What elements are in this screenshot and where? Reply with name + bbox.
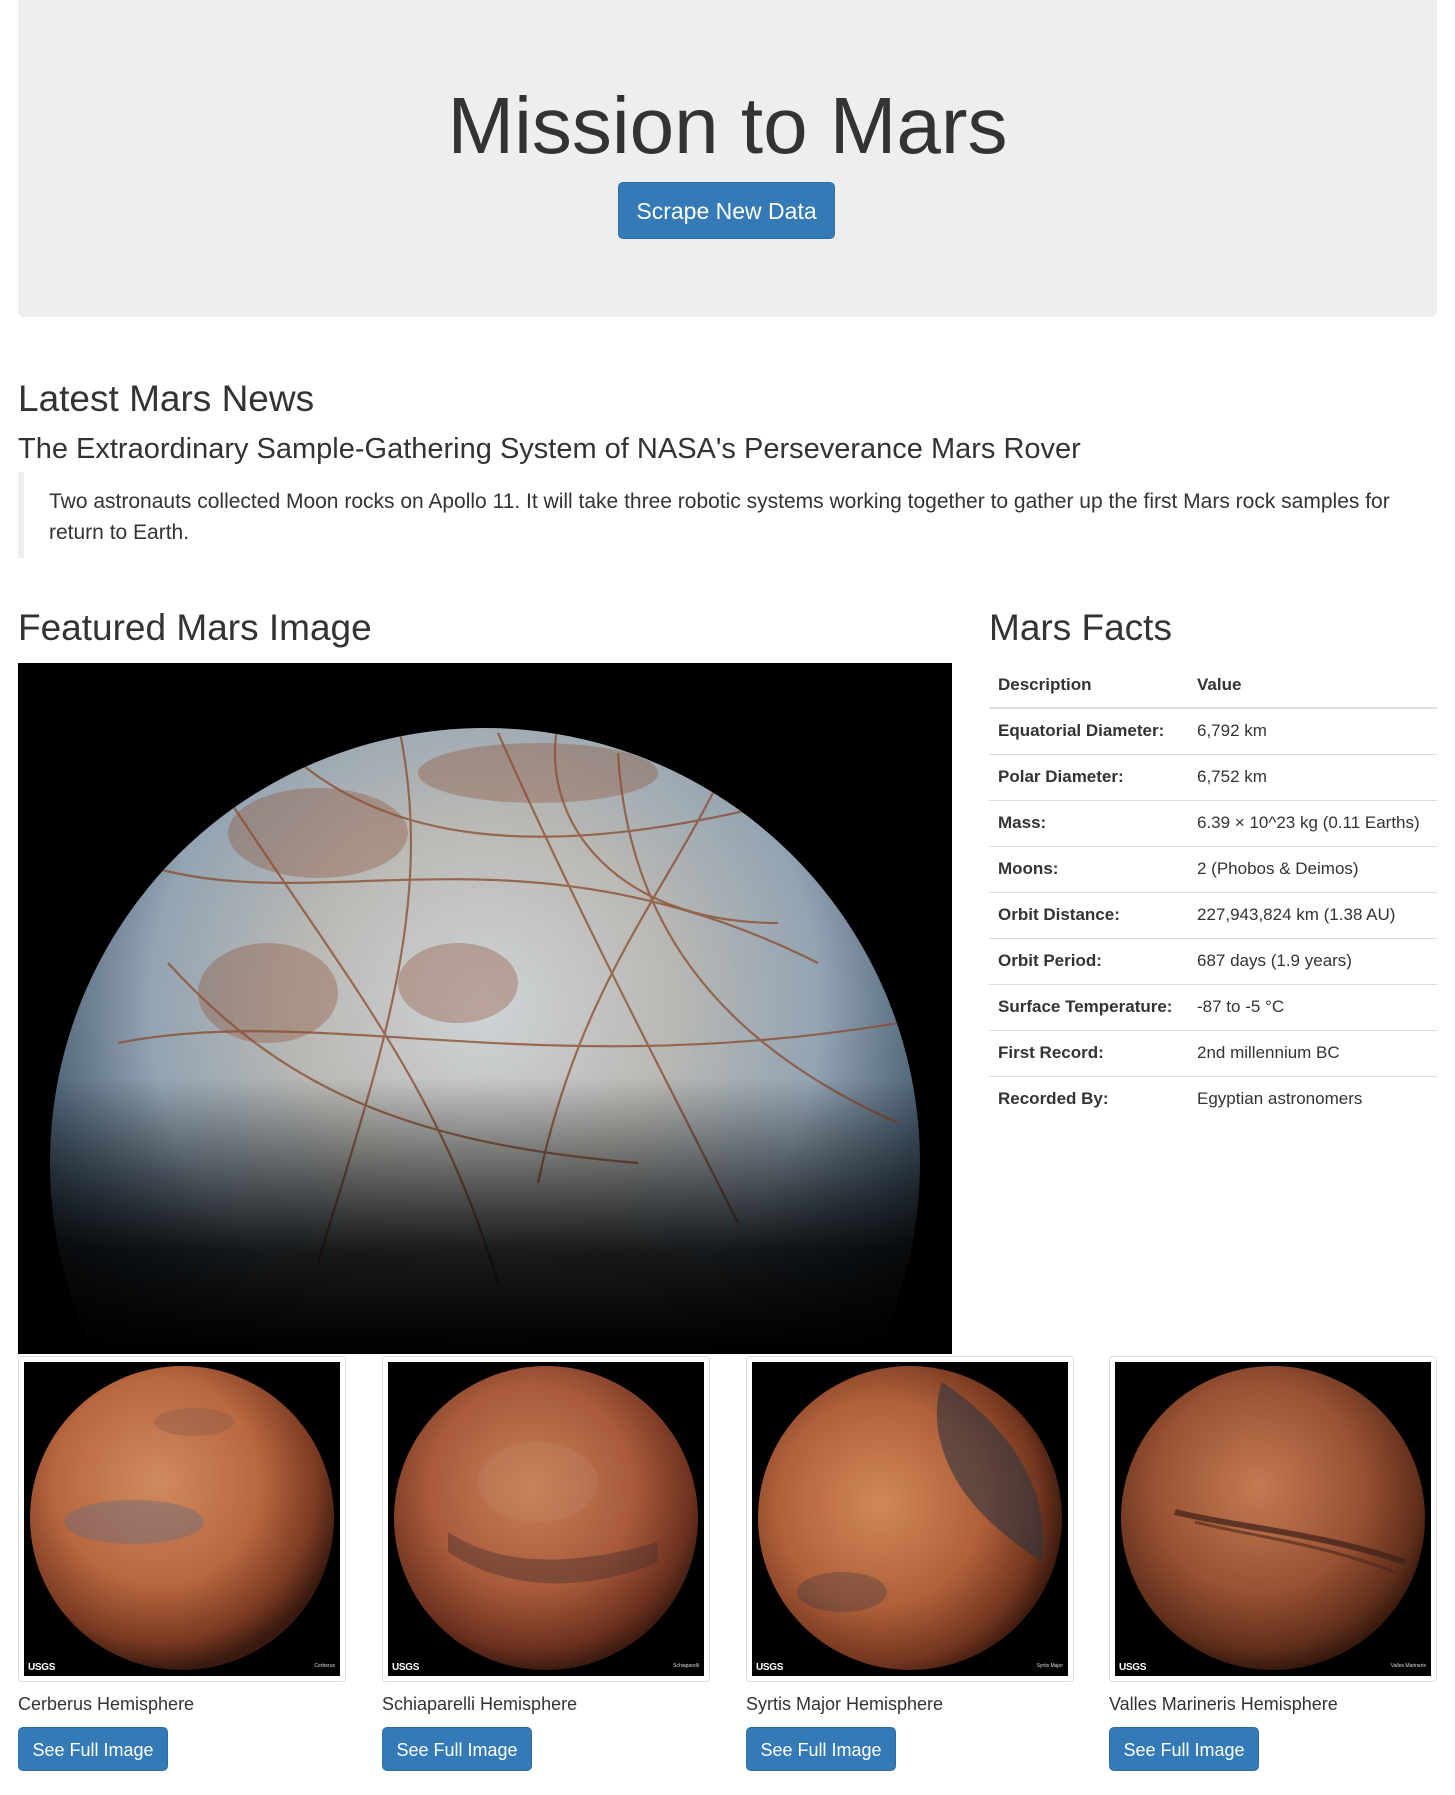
europa-planet-photo	[18, 663, 952, 1354]
hemisphere-name: Valles Marineris Hemisphere	[1109, 1694, 1338, 1714]
news-paragraph: Two astronauts collected Moon rocks on A…	[18, 472, 1437, 558]
fact-value: 6.39 × 10^23 kg (0.11 Earths)	[1188, 799, 1437, 846]
mars-globe-icon	[1121, 1366, 1425, 1670]
table-header-row: Description Value	[989, 663, 1437, 709]
jumbotron: Mission to Mars Scrape New Data	[18, 0, 1437, 317]
scrape-new-data-button[interactable]: Scrape New Data	[618, 182, 835, 239]
news-title: The Extraordinary Sample-Gathering Syste…	[18, 433, 1081, 465]
fact-label: Recorded By:	[989, 1075, 1188, 1122]
hemisphere-name: Schiaparelli Hemisphere	[382, 1694, 578, 1714]
table-row: First Record: 2nd millennium BC	[989, 1029, 1437, 1076]
table-row: Surface Temperature: -87 to -5 °C	[989, 983, 1437, 1030]
mars-facts-table: Description Value Equatorial Diameter: 6,…	[989, 663, 1437, 1122]
fact-value: 227,943,824 km (1.38 AU)	[1188, 891, 1437, 938]
see-full-image-button[interactable]: See Full Image	[382, 1727, 532, 1771]
usgs-logo: USGS	[1119, 1662, 1147, 1673]
plate-label: Syrtis Major	[1036, 1663, 1063, 1669]
mars-facts-heading: Mars Facts	[989, 607, 1172, 648]
fact-value: 2nd millennium BC	[1188, 1029, 1437, 1076]
fact-value: 687 days (1.9 years)	[1188, 937, 1437, 984]
table-row: Orbit Period: 687 days (1.9 years)	[989, 937, 1437, 984]
hemisphere-card-syrtis-major: USGS Syrtis Major Syrtis Major Hemispher…	[746, 1356, 1074, 1771]
usgs-logo: USGS	[756, 1662, 784, 1673]
fact-value: Egyptian astronomers	[1188, 1075, 1437, 1122]
featured-image-heading: Featured Mars Image	[18, 607, 372, 648]
hemisphere-thumbnail[interactable]: USGS Schiaparelli	[382, 1356, 710, 1682]
table-row: Moons: 2 (Phobos & Deimos)	[989, 845, 1437, 892]
mars-globe-icon	[30, 1366, 334, 1670]
table-row: Recorded By: Egyptian astronomers	[989, 1075, 1437, 1122]
fact-label: Mass:	[989, 799, 1188, 846]
mars-globe-icon	[758, 1366, 1062, 1670]
plate-label: Schiaparelli	[673, 1663, 699, 1669]
see-full-image-button[interactable]: See Full Image	[18, 1727, 168, 1771]
fact-value: 6,752 km	[1188, 753, 1437, 800]
fact-label: Orbit Period:	[989, 937, 1188, 984]
fact-label: Surface Temperature:	[989, 983, 1188, 1030]
usgs-logo: USGS	[392, 1662, 420, 1673]
news-heading: Latest Mars News	[18, 378, 315, 419]
hemisphere-thumbnail[interactable]: USGS Syrtis Major	[746, 1356, 1074, 1682]
mars-globe-icon	[394, 1366, 698, 1670]
column-header-description: Description	[989, 663, 1188, 709]
fact-label: First Record:	[989, 1029, 1188, 1076]
hemisphere-name: Syrtis Major Hemisphere	[746, 1694, 944, 1714]
fact-value: 2 (Phobos & Deimos)	[1188, 845, 1437, 892]
fact-label: Orbit Distance:	[989, 891, 1188, 938]
page-title: Mission to Mars	[447, 81, 1008, 170]
hemisphere-thumbnail[interactable]: USGS Cerberus	[18, 1356, 346, 1682]
fact-label: Equatorial Diameter:	[998, 721, 1165, 741]
column-header-value: Value	[1188, 663, 1437, 709]
usgs-logo: USGS	[28, 1662, 56, 1673]
featured-mars-image[interactable]	[18, 663, 952, 1354]
hemisphere-card-schiaparelli: USGS Schiaparelli Schiaparelli Hemispher…	[382, 1356, 710, 1771]
table-row: Orbit Distance: 227,943,824 km (1.38 AU)	[989, 891, 1437, 938]
hemisphere-thumbnail[interactable]: USGS Valles Marineris	[1109, 1356, 1437, 1682]
hemisphere-card-valles-marineris: USGS Valles Marineris Valles Marineris H…	[1109, 1356, 1437, 1771]
fact-value: -87 to -5 °C	[1188, 983, 1437, 1030]
see-full-image-button[interactable]: See Full Image	[746, 1727, 896, 1771]
fact-value: 6,792 km	[1197, 721, 1267, 741]
hemisphere-card-cerberus: USGS Cerberus Cerberus Hemisphere See Fu…	[18, 1356, 346, 1771]
table-row: Polar Diameter: 6,752 km	[989, 753, 1437, 800]
hemisphere-name: Cerberus Hemisphere	[18, 1694, 195, 1714]
plate-label: Valles Marineris	[1390, 1663, 1426, 1669]
table-row: Equatorial Diameter: 6,792 km	[989, 708, 1437, 754]
table-row: Mass: 6.39 × 10^23 kg (0.11 Earths)	[989, 799, 1437, 846]
fact-label: Polar Diameter:	[989, 753, 1188, 800]
plate-label: Cerberus	[314, 1663, 335, 1669]
fact-label: Moons:	[989, 845, 1188, 892]
see-full-image-button[interactable]: See Full Image	[1109, 1727, 1259, 1771]
